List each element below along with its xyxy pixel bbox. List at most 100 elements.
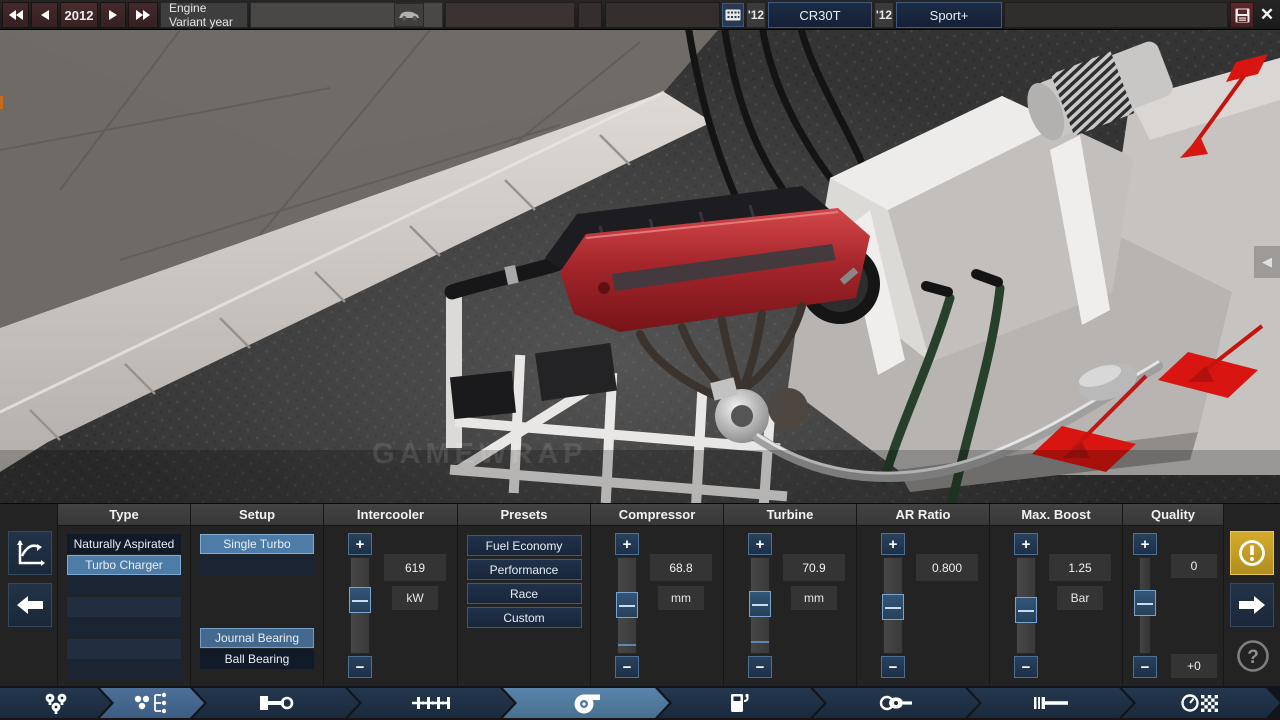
- turbine-decrease-button[interactable]: −: [748, 656, 772, 678]
- graph-curve-icon: [15, 539, 45, 567]
- quality-decrease-button[interactable]: −: [1133, 656, 1157, 678]
- presets-header: Presets: [458, 504, 590, 526]
- quality-increase-button[interactable]: +: [1133, 533, 1157, 555]
- svg-text:?: ?: [1247, 647, 1259, 668]
- turbine-slider-handle[interactable]: [749, 591, 771, 617]
- max-boost-slider: + −: [1014, 533, 1038, 678]
- piston-conrod-icon: [258, 693, 294, 713]
- tab-engine-family[interactable]: [0, 688, 111, 718]
- help-button[interactable]: ?: [1234, 637, 1272, 675]
- intercooler-unit: kW: [392, 586, 438, 610]
- max-boost-increase-button[interactable]: +: [1014, 533, 1038, 555]
- left-arrow-icon: [40, 9, 50, 21]
- car-model-button[interactable]: [394, 3, 424, 27]
- tab-exhaust-headers[interactable]: [813, 688, 979, 718]
- dyno-scene: [0, 30, 1280, 503]
- tab-top-end[interactable]: [348, 688, 514, 718]
- ar-ratio-slider-track[interactable]: [883, 557, 903, 654]
- type-option-empty: [67, 576, 181, 596]
- intercooler-value: 619: [384, 554, 446, 581]
- muffler-icon: [1032, 694, 1070, 712]
- tab-engine-variant[interactable]: [100, 688, 204, 718]
- engine-family-icon: [39, 691, 73, 715]
- intercooler-slider-track[interactable]: [350, 557, 370, 654]
- max-boost-unit: Bar: [1057, 586, 1103, 610]
- type-option-empty: [67, 660, 181, 680]
- setup-option-ball-bearing[interactable]: Ball Bearing: [200, 649, 314, 669]
- previous-year-button[interactable]: [31, 2, 58, 28]
- intercooler-increase-button[interactable]: +: [348, 533, 372, 555]
- next-year-button[interactable]: [100, 2, 126, 28]
- ar-ratio-decrease-button[interactable]: −: [881, 656, 905, 678]
- ar-ratio-increase-button[interactable]: +: [881, 533, 905, 555]
- panel-left-rail: [0, 504, 58, 686]
- back-button[interactable]: [8, 583, 52, 627]
- intercooler-decrease-button[interactable]: −: [348, 656, 372, 678]
- setup-option-journal-bearing[interactable]: Journal Bearing: [200, 628, 314, 648]
- preset-performance-button[interactable]: Performance: [467, 559, 582, 580]
- variant-name-tab[interactable]: Sport+: [896, 2, 1002, 28]
- turbine-slider: + −: [748, 533, 772, 678]
- edge-marker: [0, 96, 3, 109]
- panel-right-rail: ?: [1224, 504, 1279, 686]
- turbine-column: Turbine + − 70.9 mm: [724, 504, 857, 686]
- first-year-button[interactable]: [2, 2, 29, 28]
- turbine-increase-button[interactable]: +: [748, 533, 772, 555]
- quality-column: Quality + − 0 +0: [1123, 504, 1224, 686]
- compressor-slider-track[interactable]: [617, 557, 637, 654]
- presets-column: Presets Fuel Economy Performance Race Cu…: [458, 504, 591, 686]
- toolbar-segment: [445, 2, 575, 28]
- car-icon: [398, 9, 420, 22]
- quality-slider-track[interactable]: [1139, 557, 1151, 654]
- ar-ratio-value: 0.800: [916, 554, 978, 581]
- intercooler-slider-handle[interactable]: [349, 587, 371, 613]
- quality-slider: + −: [1133, 533, 1157, 678]
- quality-header: Quality: [1123, 504, 1223, 526]
- intercooler-column: Intercooler + − 619 kW: [324, 504, 458, 686]
- engine-icon-button[interactable]: [722, 3, 744, 27]
- save-button[interactable]: [1230, 2, 1254, 28]
- dyno-3d-viewport[interactable]: GAMEWRAP ◀: [0, 30, 1280, 503]
- next-arrow-icon: [1237, 594, 1267, 616]
- turbine-slider-track[interactable]: [750, 557, 770, 654]
- compressor-slider: + −: [615, 533, 639, 678]
- engine-name-tab[interactable]: CR30T: [768, 2, 872, 28]
- last-year-button[interactable]: [128, 2, 158, 28]
- tab-bottom-end[interactable]: [193, 688, 359, 718]
- preset-race-button[interactable]: Race: [467, 583, 582, 604]
- compressor-slider-handle[interactable]: [616, 592, 638, 618]
- turbine-header: Turbine: [724, 504, 856, 526]
- tab-testing[interactable]: [1122, 688, 1280, 718]
- warning-button[interactable]: [1230, 531, 1274, 575]
- preset-custom-button[interactable]: Custom: [467, 607, 582, 628]
- type-option-turbo-charger[interactable]: Turbo Charger: [67, 555, 181, 575]
- tab-aspiration[interactable]: [503, 688, 669, 718]
- max-boost-decrease-button[interactable]: −: [1014, 656, 1038, 678]
- setup-option-single-turbo[interactable]: Single Turbo: [200, 534, 314, 554]
- quality-slider-handle[interactable]: [1134, 590, 1156, 616]
- max-boost-slider-track[interactable]: [1016, 557, 1036, 654]
- max-boost-column: Max. Boost + − 1.25 Bar: [990, 504, 1123, 686]
- compressor-increase-button[interactable]: +: [615, 533, 639, 555]
- dyno-graph-button[interactable]: [8, 531, 52, 575]
- question-mark-icon: ?: [1235, 638, 1271, 674]
- collapse-panel-button[interactable]: ◀: [1254, 246, 1280, 278]
- compressor-decrease-button[interactable]: −: [615, 656, 639, 678]
- next-step-button[interactable]: [1230, 583, 1274, 627]
- turbine-reference-mark: [751, 641, 769, 643]
- compressor-value: 68.8: [650, 554, 712, 581]
- quality-value: 0: [1171, 554, 1217, 578]
- compressor-column: Compressor + − 68.8 mm: [591, 504, 724, 686]
- close-button[interactable]: ✕: [1256, 2, 1278, 28]
- type-column: Type Naturally Aspirated Turbo Charger: [58, 504, 191, 686]
- type-option-naturally-aspirated[interactable]: Naturally Aspirated: [67, 534, 181, 554]
- setup-header: Setup: [191, 504, 323, 526]
- ar-ratio-slider-handle[interactable]: [882, 594, 904, 620]
- tab-fuel-system[interactable]: [658, 688, 824, 718]
- preset-fuel-economy-button[interactable]: Fuel Economy: [467, 535, 582, 556]
- tab-exhaust[interactable]: [968, 688, 1133, 718]
- max-boost-slider-handle[interactable]: [1015, 597, 1037, 623]
- engine-variant-icon: [131, 691, 173, 715]
- designer-tab-bar: [0, 686, 1280, 720]
- turbocharger-icon: [571, 691, 601, 715]
